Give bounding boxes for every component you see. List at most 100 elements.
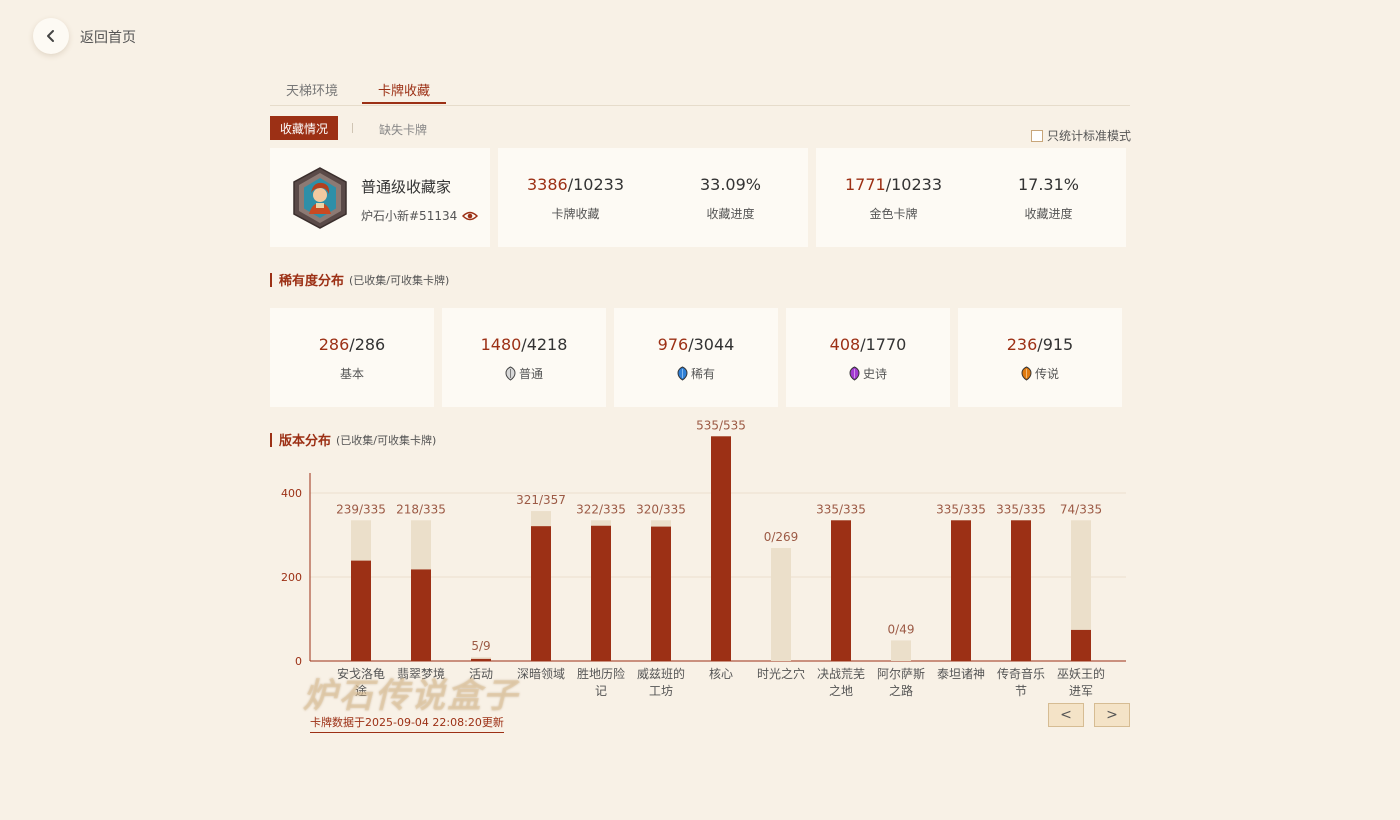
rarity-card-epic: 408/1770 史诗 [786,308,950,407]
tab-collection[interactable]: 卡牌收藏 [362,80,446,99]
stat-card-collection: 3386/10233 卡牌收藏 [498,175,653,222]
rarity-label: 基本 [339,367,364,381]
bar-collected [471,658,491,661]
legendary-gem-icon [1021,366,1032,381]
bar-collected [351,560,371,661]
data-label: 535/535 [696,418,746,432]
y-tick-label: 0 [295,655,302,668]
x-tick-label: 决战荒芜 [817,667,865,681]
stat-label: 收藏进度 [706,207,755,221]
y-tick-label: 400 [281,487,302,500]
data-label: 335/335 [816,502,866,516]
bar-total [771,548,791,661]
stat-value-total: /10233 [885,175,942,194]
rare-gem-icon [677,366,688,381]
rarity-section-title: 稀有度分布 (已收集/可收集卡牌) [270,270,449,289]
next-page-button[interactable]: > [1094,703,1130,727]
back-button[interactable] [33,18,69,54]
back-link[interactable]: 返回首页 [80,27,136,47]
bar-collected [711,436,731,661]
collector-title: 普通级收藏家 [361,178,452,196]
data-label: 74/335 [1060,502,1102,516]
x-tick-label: 节 [1015,684,1027,698]
rarity-label: 史诗 [862,367,887,381]
tab-active-indicator [362,102,446,104]
rarity-card-common: 1480/4218 普通 [442,308,606,407]
rarity-total: /3044 [688,335,735,354]
x-tick-label: 之地 [829,684,853,698]
collector-avatar [293,167,347,229]
stat-value: 33.09% [699,175,761,194]
rarity-total: /915 [1037,335,1074,354]
update-note[interactable]: 卡牌数据于2025-09-04 22:08:20更新 [310,714,504,733]
version-distribution-chart: 0200400239/335安戈洛龟途218/335翡翠梦境5/9活动321/3… [281,418,1126,698]
rarity-collected: 408 [829,335,861,354]
subtab-collection-status[interactable]: 收藏情况 [270,116,338,140]
common-gem-icon [505,366,516,381]
chevron-left-icon [47,30,54,42]
stat-golden-cards: 1771/10233 金色卡牌 [816,175,971,222]
main-tabs: 天梯环境 卡牌收藏 [270,70,1130,106]
stat-value: 17.31% [1017,175,1079,194]
rarity-label: 传说 [1034,367,1059,381]
rarity-card-legendary: 236/915 传说 [958,308,1122,407]
tab-ladder[interactable]: 天梯环境 [270,80,354,99]
bar-collected [1071,629,1091,661]
data-label: 0/269 [764,530,799,544]
x-tick-label: 威兹班的 [637,666,685,681]
stat-value-total: /10233 [567,175,624,194]
subtab-divider [352,123,353,133]
standard-only-checkbox[interactable] [1031,129,1043,142]
bar-collected [411,569,431,661]
stat-label: 收藏进度 [1024,207,1073,221]
x-tick-label: 传奇音乐 [997,666,1045,681]
rarity-collected: 286 [318,335,350,354]
stat-collection-progress: 33.09% 收藏进度 [653,175,808,222]
stat-value-highlight: 1771 [844,175,886,194]
data-label: 5/9 [471,639,490,653]
subtab-missing-cards[interactable]: 缺失卡牌 [379,121,427,138]
x-tick-label: 进军 [1069,684,1093,698]
rarity-card-basic: 286/286 基本 [270,308,434,407]
bar-collected [651,526,671,661]
eye-icon[interactable] [462,210,479,222]
rarity-total: /4218 [521,335,568,354]
data-label: 322/335 [576,502,626,516]
rarity-subtitle: (已收集/可收集卡牌) [349,273,450,287]
player-name: 炉石小新#51134 [361,207,479,224]
watermark-logo: 炉石传说盒子 [303,676,519,716]
data-label: 335/335 [936,502,986,516]
epic-gem-icon [849,366,860,381]
rarity-total: /1770 [860,335,907,354]
stat-label: 卡牌收藏 [551,207,600,221]
data-label: 239/335 [336,502,386,516]
stat-golden-progress: 17.31% 收藏进度 [971,175,1126,222]
x-tick-label: 泰坦诸神 [937,667,985,681]
data-label: 218/335 [396,502,446,516]
data-label: 321/357 [516,493,566,507]
x-tick-label: 核心 [709,667,733,681]
bar-collected [951,520,971,661]
bar-collected [1011,520,1031,661]
prev-page-button[interactable]: < [1048,703,1084,727]
rarity-title: 稀有度分布 [279,274,345,289]
bar-collected [591,525,611,661]
section-accent-bar [270,272,272,287]
rarity-total: /286 [349,335,386,354]
rarity-collected: 1480 [480,335,522,354]
stat-label: 金色卡牌 [869,207,918,221]
standard-only-label: 只统计标准模式 [1047,129,1132,143]
rarity-collected: 236 [1006,335,1038,354]
data-label: 320/335 [636,502,686,516]
y-tick-label: 200 [281,571,302,584]
card-collection-summary: 3386/10233 卡牌收藏 33.09% 收藏进度 [498,148,808,247]
x-tick-label: 工坊 [649,683,673,698]
x-tick-label: 胜地历险 [577,666,625,681]
rarity-card-rare: 976/3044 稀有 [614,308,778,407]
rarity-label: 普通 [518,367,543,381]
standard-only-toggle[interactable]: 只统计标准模式 [1031,127,1131,144]
bar-collected [531,526,551,661]
bar-total [891,640,911,661]
x-tick-label: 深暗领域 [517,666,565,681]
rarity-label: 稀有 [690,367,715,381]
